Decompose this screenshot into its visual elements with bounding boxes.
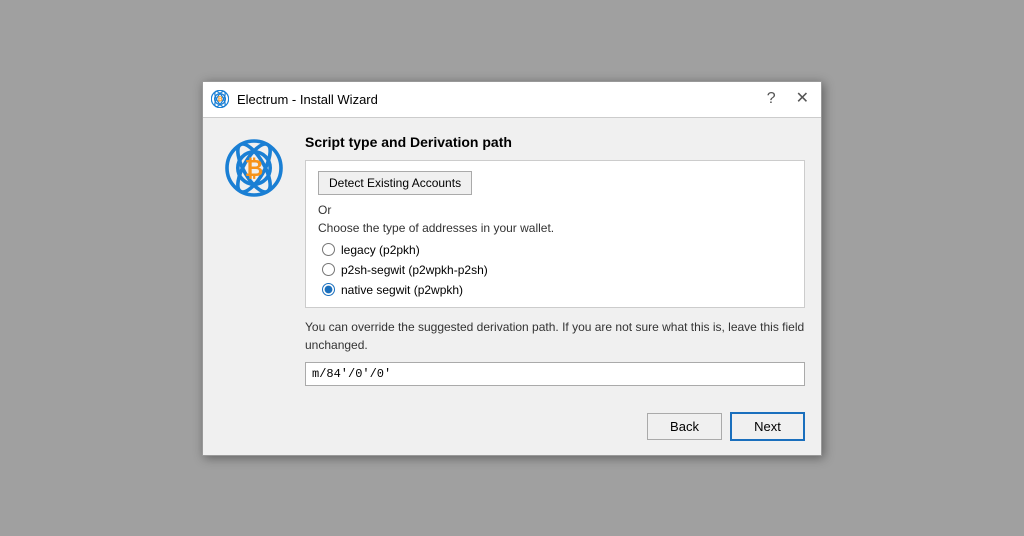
svg-text:₿: ₿: [245, 154, 264, 180]
radio-p2sh[interactable]: p2sh-segwit (p2wpkh-p2sh): [322, 263, 792, 277]
svg-text:₿: ₿: [217, 95, 222, 103]
wizard-window: ₿ Electrum - Install Wizard ? ✕ ₿ Script…: [202, 81, 822, 456]
radio-native-input[interactable]: [322, 283, 335, 296]
title-bar: ₿ Electrum - Install Wizard ? ✕: [203, 82, 821, 118]
close-button[interactable]: ✕: [792, 91, 813, 107]
footer: Back Next: [203, 402, 821, 455]
window-body: ₿ Script type and Derivation path Detect…: [203, 118, 821, 402]
radio-p2sh-input[interactable]: [322, 263, 335, 276]
detect-accounts-button[interactable]: Detect Existing Accounts: [318, 171, 472, 195]
content-area: Script type and Derivation path Detect E…: [305, 134, 805, 386]
options-box: Detect Existing Accounts Or Choose the t…: [305, 160, 805, 308]
derivation-path-input[interactable]: [305, 362, 805, 386]
next-button[interactable]: Next: [730, 412, 805, 441]
back-button[interactable]: Back: [647, 413, 722, 440]
help-button[interactable]: ?: [763, 91, 780, 107]
logo-area: ₿: [219, 134, 289, 386]
radio-legacy[interactable]: legacy (p2pkh): [322, 243, 792, 257]
electrum-logo-icon: ₿: [224, 138, 284, 198]
radio-p2sh-label: p2sh-segwit (p2wpkh-p2sh): [341, 263, 488, 277]
address-type-radio-group: legacy (p2pkh) p2sh-segwit (p2wpkh-p2sh)…: [318, 243, 792, 297]
choose-text: Choose the type of addresses in your wal…: [318, 221, 792, 235]
radio-native[interactable]: native segwit (p2wpkh): [322, 283, 792, 297]
radio-native-label: native segwit (p2wpkh): [341, 283, 463, 297]
title-bar-left: ₿ Electrum - Install Wizard: [211, 90, 378, 108]
title-controls: ? ✕: [763, 91, 813, 107]
section-title: Script type and Derivation path: [305, 134, 805, 150]
hint-text: You can override the suggested derivatio…: [305, 318, 805, 354]
radio-legacy-label: legacy (p2pkh): [341, 243, 420, 257]
or-text: Or: [318, 203, 792, 217]
title-icon: ₿: [211, 90, 229, 108]
radio-legacy-input[interactable]: [322, 243, 335, 256]
window-title: Electrum - Install Wizard: [237, 92, 378, 107]
